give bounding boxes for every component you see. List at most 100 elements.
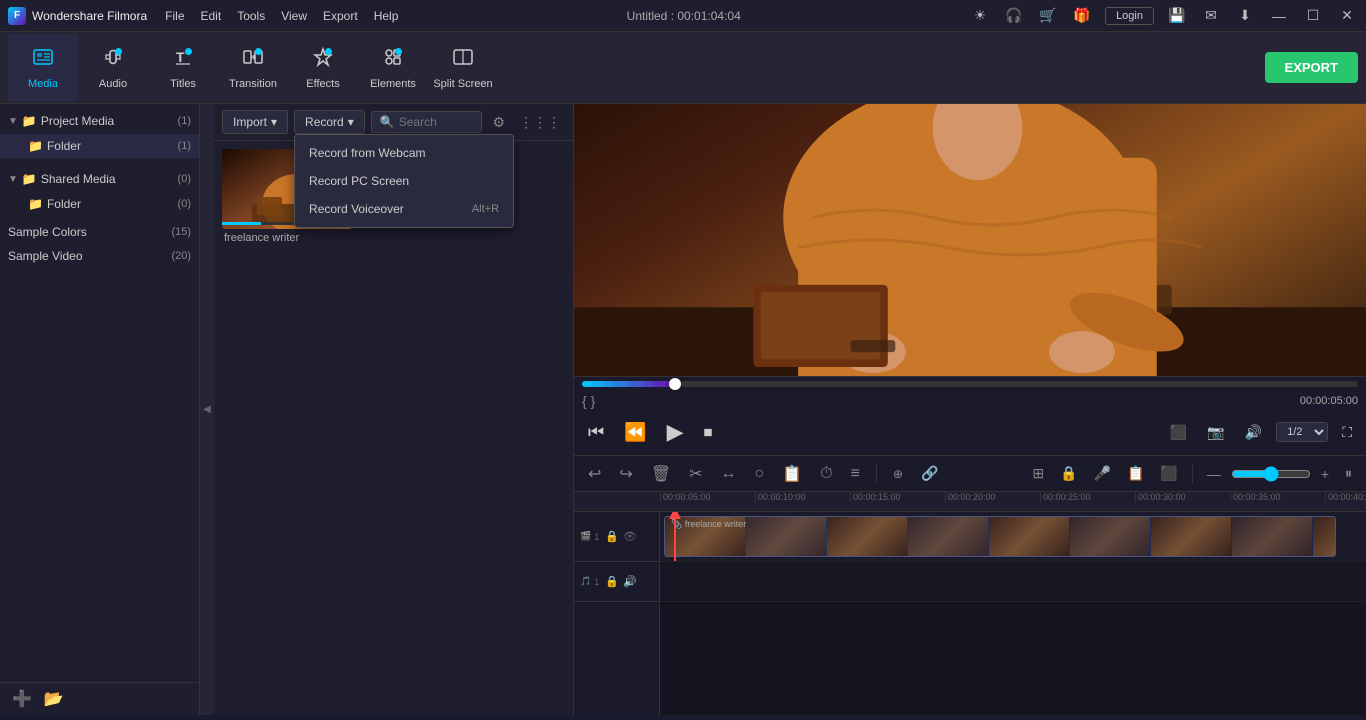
quality-select[interactable]: 1/2 1/4 Full bbox=[1276, 422, 1328, 442]
folder-icon: 📁 bbox=[22, 114, 37, 128]
audio-lock-icon[interactable]: 🔒 bbox=[605, 575, 619, 588]
fullscreen-icon[interactable]: ⛶ bbox=[1336, 422, 1358, 443]
cursor-head bbox=[669, 512, 681, 519]
stop-button[interactable]: ⏹ bbox=[698, 420, 719, 445]
toolbar-media[interactable]: Media bbox=[8, 34, 78, 102]
menu-file[interactable]: File bbox=[165, 9, 184, 23]
screenshot-icon[interactable]: 📷 bbox=[1201, 422, 1230, 443]
track-num-1: 🎬1 bbox=[580, 531, 599, 542]
ai-button[interactable]: ⬛ bbox=[1154, 463, 1183, 484]
project-media-folder[interactable]: 📁 Folder (1) bbox=[0, 134, 199, 158]
project-media-header[interactable]: ▼ 📁 Project Media (1) bbox=[0, 108, 199, 134]
toolbar-titles[interactable]: T Titles bbox=[148, 34, 218, 102]
folder-add-icon[interactable]: 📂 bbox=[44, 689, 64, 709]
lock-icon[interactable]: 🔒 bbox=[605, 530, 619, 543]
sample-colors-count: (15) bbox=[171, 226, 191, 238]
title-bar: F Wondershare Filmora File Edit Tools Vi… bbox=[0, 0, 1366, 32]
effects-label: Effects bbox=[306, 78, 339, 90]
add-to-timeline-icon[interactable]: ⬛ bbox=[1164, 422, 1193, 443]
toolbar-effects[interactable]: Effects bbox=[288, 34, 358, 102]
maximize-button[interactable]: ☐ bbox=[1302, 5, 1324, 27]
redo-button[interactable]: ↪ bbox=[613, 462, 638, 486]
sample-colors-name: Sample Colors bbox=[8, 225, 167, 239]
minimize-button[interactable]: — bbox=[1268, 5, 1290, 27]
project-folder-count: (1) bbox=[178, 140, 191, 152]
record-voiceover-option[interactable]: Record Voiceover Alt+R bbox=[295, 195, 513, 223]
clip-frame bbox=[1070, 517, 1150, 556]
toolbar-audio[interactable]: Audio bbox=[78, 34, 148, 102]
media-icon bbox=[32, 46, 54, 74]
menu-view[interactable]: View bbox=[281, 9, 307, 23]
sample-colors-item[interactable]: Sample Colors (15) bbox=[0, 220, 199, 244]
record-webcam-option[interactable]: Record from Webcam bbox=[295, 139, 513, 167]
volume-icon[interactable]: 🔊 bbox=[1239, 422, 1268, 443]
voiceover-button[interactable]: 🎤 bbox=[1088, 463, 1117, 484]
clip-frame bbox=[746, 517, 826, 556]
playback-row: ⏮ ⏪ ▶ ⏹ ⬛ 📷 🔊 1/2 1/4 Ful bbox=[582, 413, 1358, 451]
gift-icon[interactable]: 🎁 bbox=[1071, 5, 1093, 27]
toolbar-transition[interactable]: Transition bbox=[218, 34, 288, 102]
download-icon[interactable]: ⬇ bbox=[1234, 5, 1256, 27]
record-webcam-label: Record from Webcam bbox=[309, 146, 425, 160]
left-collapse-button[interactable]: ◀ bbox=[200, 104, 214, 715]
zoom-in-button[interactable]: + bbox=[1315, 464, 1335, 484]
toolbar-split-screen[interactable]: Split Screen bbox=[428, 34, 498, 102]
record-screen-option[interactable]: Record PC Screen bbox=[295, 167, 513, 195]
step-back-button[interactable]: ⏮ bbox=[582, 420, 610, 445]
left-panel: ▼ 📁 Project Media (1) 📁 Folder (1) ▼ 📁 S… bbox=[0, 104, 200, 715]
effects-icon bbox=[312, 46, 334, 74]
video-clip[interactable]: 📎 freelance writer bbox=[664, 516, 1336, 557]
eye-icon[interactable]: 👁 bbox=[623, 530, 637, 543]
save-icon[interactable]: 💾 bbox=[1166, 5, 1188, 27]
shared-media-section: ▼ 📁 Shared Media (0) 📁 Folder (0) bbox=[0, 162, 199, 220]
menu-tools[interactable]: Tools bbox=[237, 9, 265, 23]
cut-button[interactable]: ✂ bbox=[683, 462, 708, 486]
shared-media-count: (0) bbox=[171, 173, 191, 185]
cart-icon[interactable]: 🛒 bbox=[1037, 5, 1059, 27]
export-button[interactable]: EXPORT bbox=[1265, 52, 1358, 83]
audio-vol-icon[interactable]: 🔊 bbox=[623, 575, 637, 588]
menu-help[interactable]: Help bbox=[374, 9, 399, 23]
zoom-slider[interactable] bbox=[1231, 466, 1311, 482]
play-button[interactable]: ▶ bbox=[661, 417, 690, 447]
preview-controls: { } 00:00:05:00 ⏮ ⏪ ▶ ⏹ ⬛ 📷 bbox=[574, 376, 1366, 455]
undo-button[interactable]: ↩ bbox=[582, 462, 607, 486]
stabilize-button[interactable]: 🔒 bbox=[1054, 463, 1083, 484]
delete-button[interactable]: 🗑 bbox=[645, 462, 677, 486]
zoom-out-button[interactable]: — bbox=[1201, 464, 1227, 484]
trim-button[interactable]: ↔ bbox=[715, 463, 743, 485]
snapshot-button[interactable]: 📋 bbox=[1121, 463, 1150, 484]
import-button[interactable]: Import ▾ bbox=[222, 110, 288, 134]
main-toolbar: Media Audio T Titles bbox=[0, 32, 1366, 104]
add-media-icon[interactable]: ➕ bbox=[12, 689, 32, 709]
bracket-left-icon[interactable]: { } bbox=[582, 393, 595, 409]
toolbar-elements[interactable]: Elements bbox=[358, 34, 428, 102]
add-track-button[interactable]: ⊕ bbox=[887, 465, 909, 483]
link-button[interactable]: 🔗 bbox=[915, 463, 944, 484]
login-button[interactable]: Login bbox=[1105, 7, 1154, 25]
motion-track-button[interactable]: ⊞ bbox=[1026, 463, 1050, 484]
sample-video-item[interactable]: Sample Video (20) bbox=[0, 244, 199, 268]
sun-icon[interactable]: ☀ bbox=[969, 5, 991, 27]
adjust-button[interactable]: ≡ bbox=[845, 463, 866, 485]
close-button[interactable]: ✕ bbox=[1336, 5, 1358, 27]
filter-icon[interactable]: ⚙ bbox=[488, 112, 509, 133]
headphones-icon[interactable]: 🎧 bbox=[1003, 5, 1025, 27]
menu-edit[interactable]: Edit bbox=[201, 9, 222, 23]
frame-back-button[interactable]: ⏪ bbox=[618, 420, 652, 445]
menu-export[interactable]: Export bbox=[323, 9, 358, 23]
preview-progress-bar[interactable] bbox=[582, 381, 1358, 387]
record-button[interactable]: Record ▾ bbox=[294, 110, 365, 134]
crop-button[interactable]: ○ bbox=[749, 463, 771, 485]
progress-handle[interactable] bbox=[669, 378, 681, 390]
copy-button[interactable]: 📋 bbox=[776, 462, 808, 486]
grid-view-icon[interactable]: ⋮⋮⋮ bbox=[515, 112, 565, 133]
mail-icon[interactable]: ✉ bbox=[1200, 5, 1222, 27]
speed-button[interactable]: ⏱ bbox=[814, 463, 838, 485]
folder-icon-small: 📁 bbox=[28, 139, 43, 153]
titles-icon: T bbox=[172, 46, 194, 74]
shared-media-header[interactable]: ▼ 📁 Shared Media (0) bbox=[0, 166, 199, 192]
pause-button[interactable]: ⏸ bbox=[1339, 463, 1358, 484]
search-input[interactable] bbox=[399, 115, 474, 129]
shared-media-folder[interactable]: 📁 Folder (0) bbox=[0, 192, 199, 216]
